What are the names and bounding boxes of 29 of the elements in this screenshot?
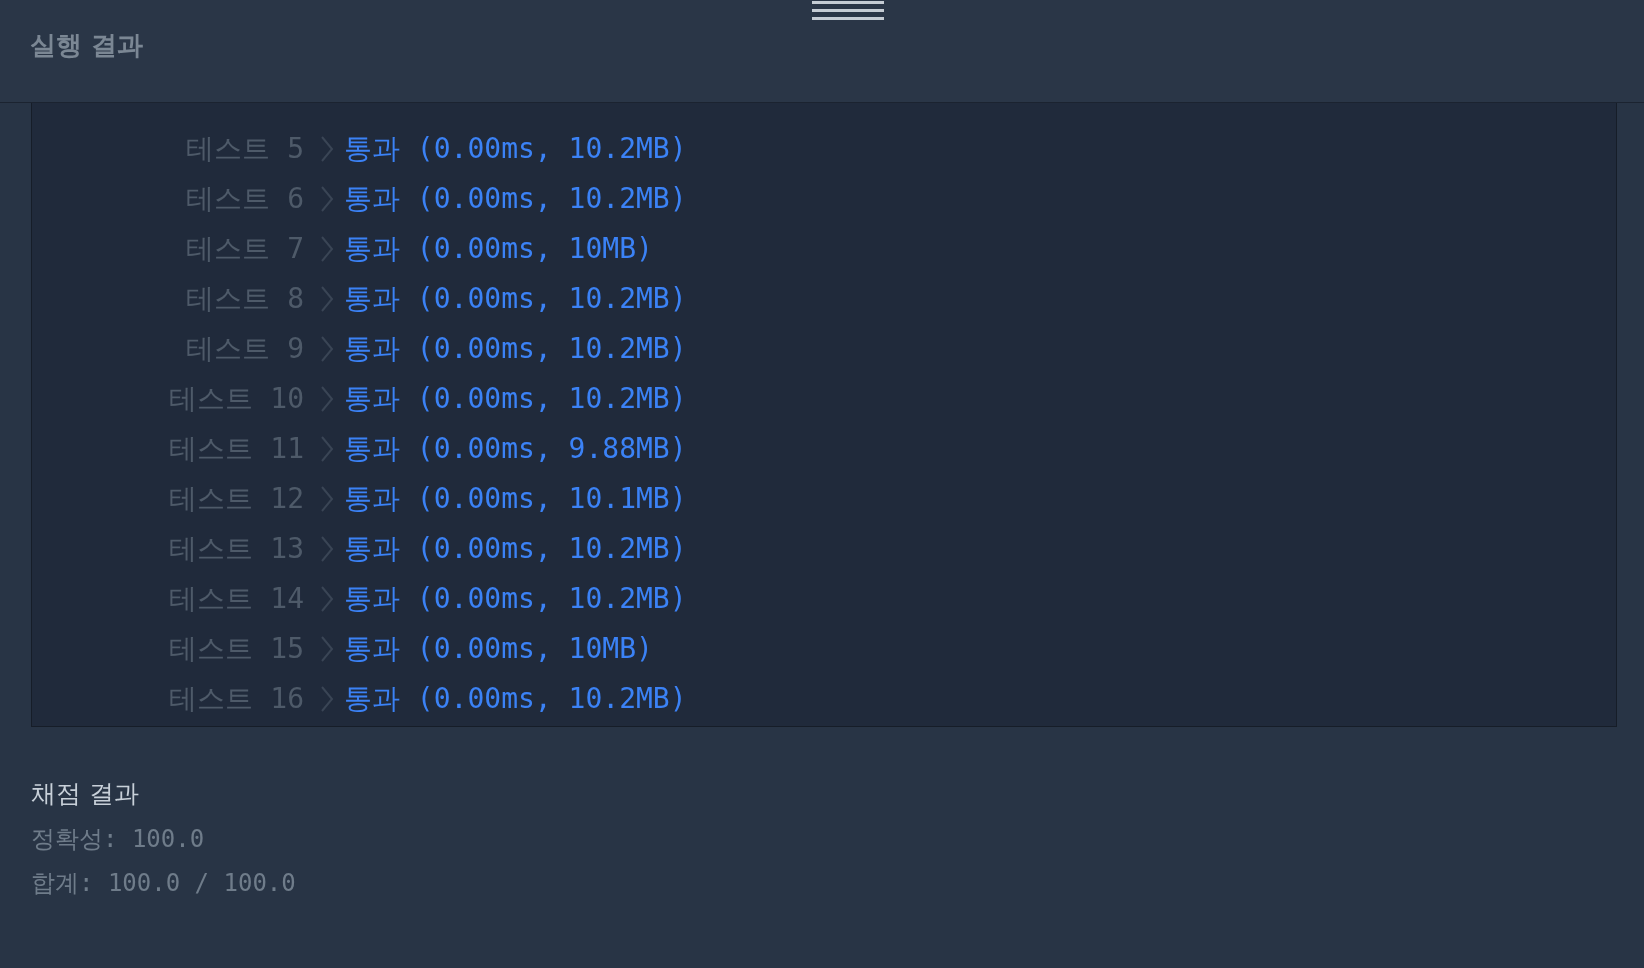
test-result: 통과 (0.00ms, 10.2MB) [344, 181, 687, 217]
test-result: 통과 (0.00ms, 10.2MB) [344, 681, 687, 717]
chevron-icon [320, 185, 334, 213]
test-result: 통과 (0.00ms, 10.2MB) [344, 331, 687, 367]
test-result: 통과 (0.00ms, 10.2MB) [344, 581, 687, 617]
chevron-icon [320, 585, 334, 613]
test-result: 통과 (0.00ms, 10.1MB) [344, 481, 687, 517]
chevron-icon [320, 235, 334, 263]
score-line: 합계: 100.0 / 100.0 [31, 868, 297, 899]
chevron-icon [320, 285, 334, 313]
score-line: 정확성: 100.0 [31, 824, 206, 855]
chevron-icon [320, 485, 334, 513]
test-result: 통과 (0.00ms, 10.2MB) [344, 131, 687, 167]
test-result: 통과 (0.00ms, 10.2MB) [344, 531, 687, 567]
chevron-icon [320, 635, 334, 663]
grading-title: 채점 결과 [31, 777, 140, 810]
chevron-icon [320, 335, 334, 363]
chevron-icon [320, 685, 334, 713]
test-result: 통과 (0.00ms, 10.2MB) [344, 281, 687, 317]
test-result: 통과 (0.00ms, 10MB) [344, 631, 653, 667]
test-result: 통과 (0.00ms, 10.2MB) [344, 381, 687, 417]
chevron-icon [320, 135, 334, 163]
panel-title: 실행 결과 [30, 28, 144, 62]
test-result: 통과 (0.00ms, 9.88MB) [344, 431, 687, 467]
test-result: 통과 (0.00ms, 10MB) [344, 231, 653, 267]
chevron-icon [320, 435, 334, 463]
drag-handle-icon[interactable] [812, 0, 884, 22]
chevron-icon [320, 535, 334, 563]
chevron-icon [320, 385, 334, 413]
